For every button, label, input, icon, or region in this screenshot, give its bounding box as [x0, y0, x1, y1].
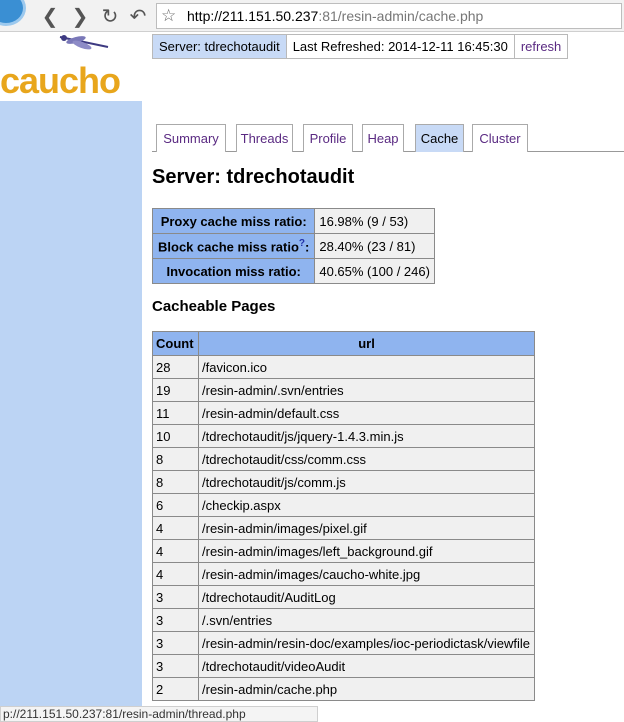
undo-icon[interactable]: ↶	[126, 4, 150, 28]
ratio-value: 28.40% (23 / 81)	[314, 233, 436, 259]
table-header-row: Count url	[152, 331, 535, 356]
table-row: 10/tdrechotaudit/js/jquery-1.4.3.min.js	[152, 424, 535, 448]
tab-bar: Summary Threads Profile Heap Cache Clust…	[152, 124, 624, 152]
table-row: 6/checkip.aspx	[152, 493, 535, 517]
left-sidebar	[0, 33, 142, 722]
url-cell: /resin-admin/images/caucho-white.jpg	[198, 562, 535, 586]
count-cell: 4	[152, 562, 199, 586]
address-bar[interactable]: ☆ http://211.151.50.237:81/resin-admin/c…	[156, 3, 622, 29]
browser-toolbar: ❮ ❯ ↻ ↶ ☆ http://211.151.50.237:81/resin…	[0, 0, 624, 32]
url-cell: /.svn/entries	[198, 608, 535, 632]
table-row: 19/resin-admin/.svn/entries	[152, 378, 535, 402]
page-title: Server: tdrechotaudit	[152, 166, 355, 188]
count-cell: 4	[152, 539, 199, 563]
dragonfly-icon	[59, 35, 109, 50]
table-row: 28/favicon.ico	[152, 355, 535, 379]
count-cell: 3	[152, 631, 199, 655]
url-cell: /resin-admin/images/left_background.gif	[198, 539, 535, 563]
status-bar: p://211.151.50.237:81/resin-admin/thread…	[0, 706, 318, 722]
info-bar: Server: tdrechotaudit Last Refreshed: 20…	[152, 34, 569, 59]
url-cell: /resin-admin/.svn/entries	[198, 378, 535, 402]
url-cell: /tdrechotaudit/css/comm.css	[198, 447, 535, 471]
tab-threads[interactable]: Threads	[236, 124, 293, 152]
ratio-row: Proxy cache miss ratio: 16.98% (9 / 53)	[151, 208, 436, 234]
last-refreshed: Last Refreshed: 2014-12-11 16:45:30	[285, 34, 515, 59]
cacheable-pages-table: Count url 28/favicon.ico 19/resin-admin/.…	[152, 331, 535, 701]
count-cell: 11	[152, 401, 199, 425]
table-row: 3/.svn/entries	[152, 608, 535, 632]
url-cell: /tdrechotaudit/js/jquery-1.4.3.min.js	[198, 424, 535, 448]
refresh-link[interactable]: refresh	[521, 39, 561, 54]
ratio-label: Invocation miss ratio:	[151, 258, 316, 284]
tab-summary[interactable]: Summary	[156, 124, 226, 152]
tab-cluster[interactable]: Cluster	[472, 124, 528, 152]
count-cell: 3	[152, 608, 199, 632]
count-cell: 6	[152, 493, 199, 517]
table-row: 4/resin-admin/images/pixel.gif	[152, 516, 535, 540]
browser-logo-icon	[0, 0, 26, 26]
tab-cache[interactable]: Cache	[415, 124, 464, 152]
table-row: 3/tdrechotaudit/videoAudit	[152, 654, 535, 678]
count-cell: 3	[152, 654, 199, 678]
url-cell: /tdrechotaudit/AuditLog	[198, 585, 535, 609]
table-row: 11/resin-admin/default.css	[152, 401, 535, 425]
tab-profile[interactable]: Profile	[303, 124, 353, 152]
ratio-value: 16.98% (9 / 53)	[314, 208, 436, 234]
url-cell: /tdrechotaudit/js/comm.js	[198, 470, 535, 494]
column-header-url: url	[198, 331, 535, 356]
url-cell: /resin-admin/cache.php	[198, 677, 535, 701]
table-row: 3/tdrechotaudit/AuditLog	[152, 585, 535, 609]
url-cell: /resin-admin/images/pixel.gif	[198, 516, 535, 540]
ratio-row: Block cache miss ratio?: 28.40% (23 / 81…	[151, 233, 436, 259]
url-cell: /resin-admin/resin-doc/examples/ioc-peri…	[198, 631, 535, 655]
server-label: Server: tdrechotaudit	[152, 34, 287, 59]
count-cell: 28	[152, 355, 199, 379]
table-row: 3/resin-admin/resin-doc/examples/ioc-per…	[152, 631, 535, 655]
count-cell: 3	[152, 585, 199, 609]
star-icon[interactable]: ☆	[161, 6, 176, 26]
back-icon[interactable]: ❮	[38, 4, 62, 28]
tab-heap[interactable]: Heap	[362, 124, 404, 152]
ratio-label: Proxy cache miss ratio:	[151, 208, 316, 234]
count-cell: 8	[152, 470, 199, 494]
address-url[interactable]: http://211.151.50.237:81/resin-admin/cac…	[187, 8, 483, 24]
ratio-row: Invocation miss ratio: 40.65% (100 / 246…	[151, 258, 436, 284]
count-cell: 8	[152, 447, 199, 471]
url-cell: /resin-admin/default.css	[198, 401, 535, 425]
forward-icon[interactable]: ❯	[68, 4, 92, 28]
table-row: 8/tdrechotaudit/js/comm.js	[152, 470, 535, 494]
count-cell: 2	[152, 677, 199, 701]
cache-ratio-table: Proxy cache miss ratio: 16.98% (9 / 53) …	[151, 208, 436, 284]
url-cell: /checkip.aspx	[198, 493, 535, 517]
table-row: 4/resin-admin/images/caucho-white.jpg	[152, 562, 535, 586]
url-cell: /tdrechotaudit/videoAudit	[198, 654, 535, 678]
count-cell: 4	[152, 516, 199, 540]
table-row: 4/resin-admin/images/left_background.gif	[152, 539, 535, 563]
section-title-cacheable-pages: Cacheable Pages	[152, 298, 276, 315]
count-cell: 19	[152, 378, 199, 402]
reload-icon[interactable]: ↻	[98, 4, 122, 28]
column-header-count: Count	[152, 331, 199, 356]
ratio-value: 40.65% (100 / 246)	[314, 258, 436, 284]
ratio-label-block: Block cache miss ratio?:	[151, 233, 316, 259]
url-cell: /favicon.ico	[198, 355, 535, 379]
caucho-logo: caucho	[0, 33, 142, 101]
table-row: 8/tdrechotaudit/css/comm.css	[152, 447, 535, 471]
table-row: 2/resin-admin/cache.php	[152, 677, 535, 701]
count-cell: 10	[152, 424, 199, 448]
